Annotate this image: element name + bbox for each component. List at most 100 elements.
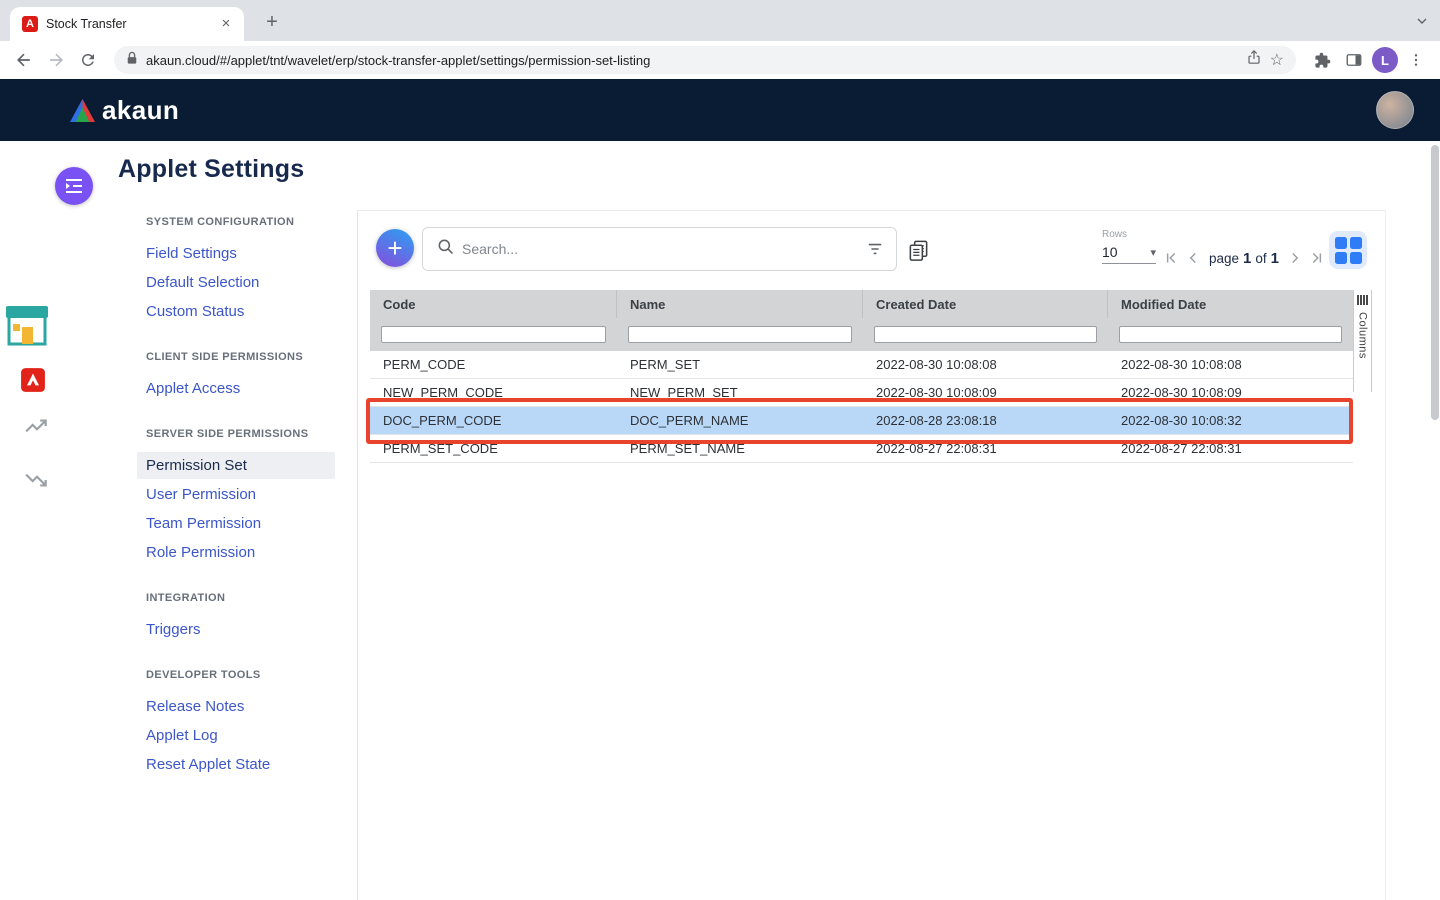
column-header-name[interactable]: Name bbox=[617, 290, 863, 318]
pdf-icon[interactable] bbox=[20, 367, 46, 393]
of-word: of bbox=[1255, 251, 1266, 266]
chevron-down-icon: ▾ bbox=[1150, 246, 1156, 259]
trending-down-icon[interactable] bbox=[24, 469, 50, 491]
lock-icon bbox=[126, 51, 138, 70]
browser-profile-badge[interactable]: L bbox=[1372, 47, 1398, 73]
table-filter-row bbox=[370, 318, 1353, 351]
table-row-selected[interactable]: DOC_PERM_CODE DOC_PERM_NAME 2022-08-28 2… bbox=[370, 407, 1353, 435]
browser-tab-strip: A Stock Transfer × + bbox=[0, 0, 1440, 41]
prev-page-icon[interactable] bbox=[1182, 246, 1204, 270]
cell-name: PERM_SET_NAME bbox=[617, 441, 863, 456]
filter-input-code[interactable] bbox=[381, 326, 606, 343]
cell-name: DOC_PERM_NAME bbox=[617, 413, 863, 428]
cell-code: DOC_PERM_CODE bbox=[370, 413, 617, 428]
content-right-divider bbox=[1385, 210, 1386, 900]
last-page-icon[interactable] bbox=[1306, 246, 1328, 270]
nav-item-custom-status[interactable]: Custom Status bbox=[137, 298, 335, 325]
nav-section-header: SYSTEM CONFIGURATION bbox=[146, 216, 326, 228]
rows-per-page-select[interactable]: 10 ▾ bbox=[1102, 244, 1156, 264]
filter-icon[interactable] bbox=[866, 241, 884, 257]
applet-rail bbox=[0, 141, 75, 900]
forward-icon[interactable] bbox=[42, 46, 70, 74]
screen: A Stock Transfer × + akaun.cloud/#/apple… bbox=[0, 0, 1440, 900]
user-avatar[interactable] bbox=[1376, 91, 1414, 129]
page-indicator: page 1 of 1 bbox=[1209, 250, 1279, 267]
browser-toolbar: akaun.cloud/#/applet/tnt/wavelet/erp/sto… bbox=[0, 41, 1440, 79]
bookmark-star-icon[interactable]: ☆ bbox=[1270, 50, 1284, 70]
share-icon[interactable] bbox=[1246, 49, 1262, 71]
first-page-icon[interactable] bbox=[1160, 246, 1182, 270]
table-row[interactable]: NEW_PERM_CODE NEW_PERM_SET 2022-08-30 10… bbox=[370, 379, 1353, 407]
permission-set-table: Code Name Created Date Modified Date PER… bbox=[370, 290, 1353, 463]
tab-title: Stock Transfer bbox=[46, 17, 210, 31]
akaun-triangle-icon bbox=[70, 99, 95, 122]
nav-section-header: SERVER SIDE PERMISSIONS bbox=[146, 428, 326, 440]
grid-view-icon[interactable] bbox=[1329, 231, 1367, 269]
url-text: akaun.cloud/#/applet/tnt/wavelet/erp/sto… bbox=[146, 53, 1238, 68]
table-row[interactable]: PERM_SET_CODE PERM_SET_NAME 2022-08-27 2… bbox=[370, 435, 1353, 463]
tab-search-chevron-icon[interactable] bbox=[1414, 13, 1430, 34]
nav-item-team-permission[interactable]: Team Permission bbox=[137, 510, 335, 537]
nav-item-release-notes[interactable]: Release Notes bbox=[137, 693, 335, 720]
content-top-divider bbox=[357, 210, 1385, 211]
cell-created-date: 2022-08-27 22:08:31 bbox=[863, 441, 1108, 456]
nav-section-integration: INTEGRATION Triggers bbox=[137, 592, 335, 643]
next-page-icon[interactable] bbox=[1284, 246, 1306, 270]
column-header-code[interactable]: Code bbox=[370, 290, 617, 318]
nav-item-reset-applet-state[interactable]: Reset Applet State bbox=[137, 751, 335, 778]
table-row[interactable]: PERM_CODE PERM_SET 2022-08-30 10:08:08 2… bbox=[370, 351, 1353, 379]
new-tab-button[interactable]: + bbox=[258, 8, 286, 36]
add-record-button[interactable]: + bbox=[376, 229, 414, 267]
app-header: akaun bbox=[0, 79, 1440, 141]
stock-transfer-applet-icon[interactable] bbox=[2, 298, 52, 352]
cell-created-date: 2022-08-28 23:08:18 bbox=[863, 413, 1108, 428]
nav-section-client-side-permissions: CLIENT SIDE PERMISSIONS Applet Access bbox=[137, 351, 335, 402]
akaun-logo[interactable]: akaun bbox=[70, 95, 179, 126]
nav-item-permission-set[interactable]: Permission Set bbox=[137, 452, 335, 479]
browser-tab[interactable]: A Stock Transfer × bbox=[10, 7, 244, 41]
trending-up-icon[interactable] bbox=[24, 415, 50, 437]
search-input[interactable] bbox=[462, 241, 858, 257]
cell-name: NEW_PERM_SET bbox=[617, 385, 863, 400]
refresh-icon[interactable] bbox=[74, 46, 102, 74]
filter-input-name[interactable] bbox=[628, 326, 852, 343]
filter-input-modified-date[interactable] bbox=[1119, 326, 1342, 343]
brand-text: akaun bbox=[102, 95, 179, 126]
browser-menu-kebab-icon[interactable] bbox=[1402, 46, 1430, 74]
nav-item-user-permission[interactable]: User Permission bbox=[137, 481, 335, 508]
cell-modified-date: 2022-08-30 10:08:08 bbox=[1108, 357, 1353, 372]
search-icon bbox=[437, 238, 454, 260]
nav-item-applet-log[interactable]: Applet Log bbox=[137, 722, 335, 749]
address-bar[interactable]: akaun.cloud/#/applet/tnt/wavelet/erp/sto… bbox=[114, 46, 1296, 74]
cell-name: PERM_SET bbox=[617, 357, 863, 372]
extensions-puzzle-icon[interactable] bbox=[1308, 46, 1336, 74]
side-panel-icon[interactable] bbox=[1340, 46, 1368, 74]
column-header-created-date[interactable]: Created Date bbox=[863, 290, 1108, 318]
page-title: Applet Settings bbox=[118, 155, 304, 184]
nav-item-default-selection[interactable]: Default Selection bbox=[137, 269, 335, 296]
columns-panel-handle[interactable]: Columns bbox=[1353, 290, 1372, 392]
nav-section-header: CLIENT SIDE PERMISSIONS bbox=[146, 351, 326, 363]
cell-created-date: 2022-08-30 10:08:08 bbox=[863, 357, 1108, 372]
cell-code: PERM_CODE bbox=[370, 357, 617, 372]
nav-section-developer-tools: DEVELOPER TOOLS Release Notes Applet Log… bbox=[137, 669, 335, 778]
nav-section-header: DEVELOPER TOOLS bbox=[146, 669, 326, 681]
filter-input-created-date[interactable] bbox=[874, 326, 1097, 343]
page-scrollbar[interactable] bbox=[1431, 145, 1439, 420]
nav-item-applet-access[interactable]: Applet Access bbox=[137, 375, 335, 402]
cell-modified-date: 2022-08-30 10:08:09 bbox=[1108, 385, 1353, 400]
nav-item-triggers[interactable]: Triggers bbox=[137, 616, 335, 643]
nav-item-role-permission[interactable]: Role Permission bbox=[137, 539, 335, 566]
columns-panel-label: Columns bbox=[1357, 312, 1369, 359]
cell-created-date: 2022-08-30 10:08:09 bbox=[863, 385, 1108, 400]
grip-icon bbox=[1357, 295, 1368, 305]
tab-close-icon[interactable]: × bbox=[218, 16, 234, 32]
back-icon[interactable] bbox=[10, 46, 38, 74]
column-header-modified-date[interactable]: Modified Date bbox=[1108, 290, 1353, 318]
duplicate-list-icon[interactable] bbox=[905, 237, 931, 263]
nav-item-field-settings[interactable]: Field Settings bbox=[137, 240, 335, 267]
expand-menu-button[interactable] bbox=[55, 167, 93, 205]
pagination: page 1 of 1 bbox=[1160, 246, 1328, 270]
nav-section-server-side-permissions: SERVER SIDE PERMISSIONS Permission Set U… bbox=[137, 428, 335, 566]
nav-content-divider bbox=[357, 210, 358, 900]
